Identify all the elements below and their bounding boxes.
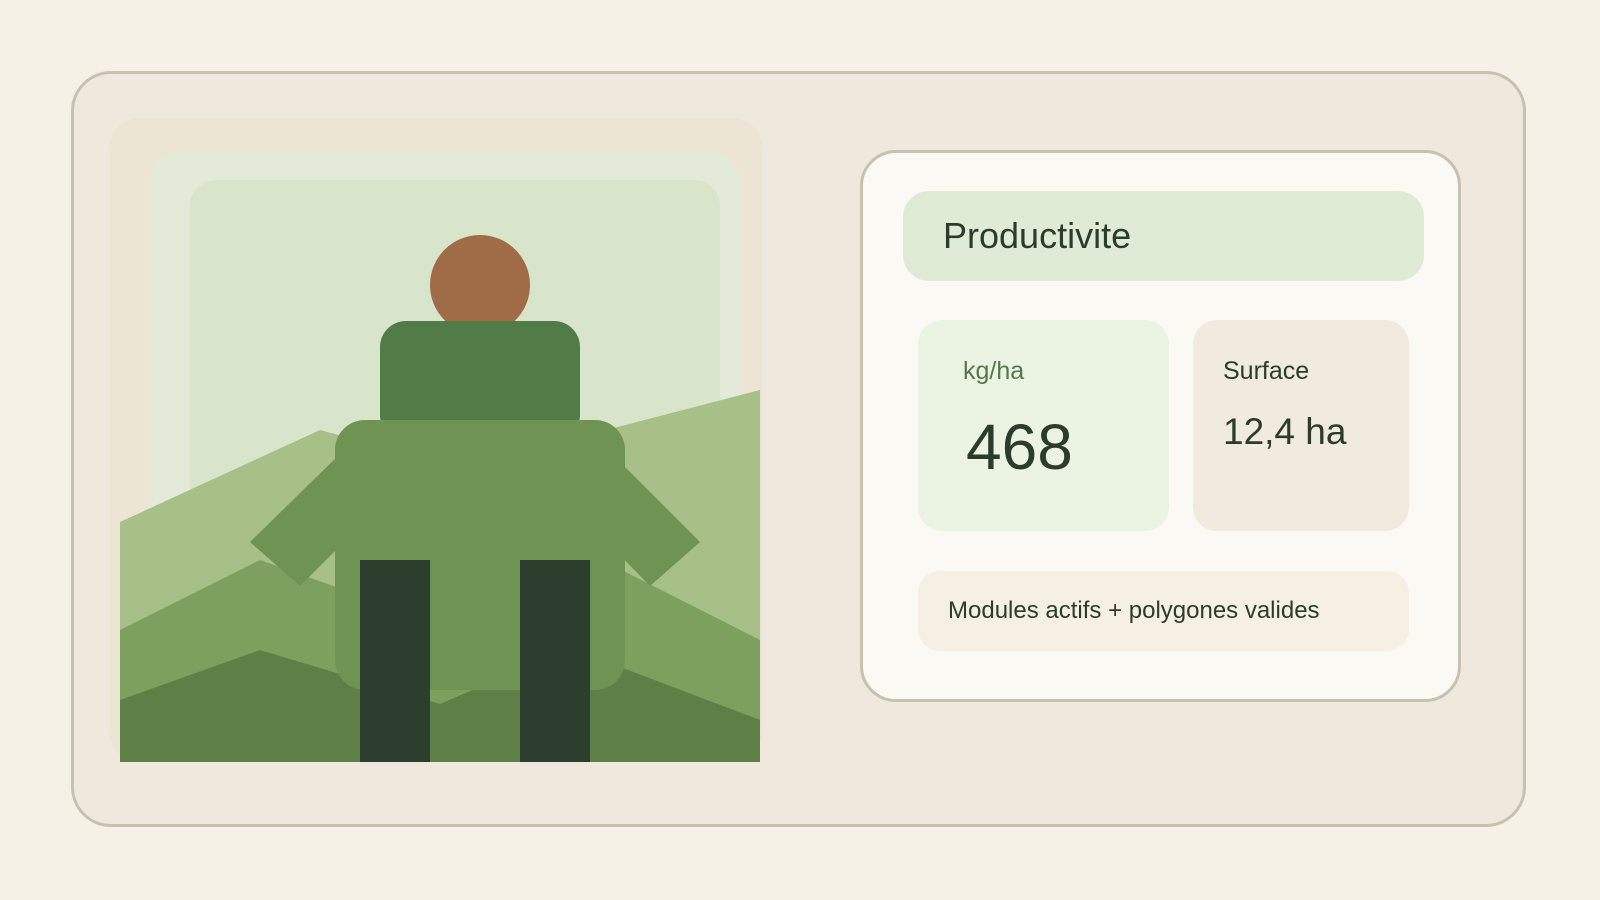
surface-value: 12,4 ha	[1223, 411, 1347, 452]
yield-value: 468	[966, 411, 1073, 483]
surface-label: Surface	[1223, 357, 1310, 385]
productivity-card: Productivite kg/ha 468 Surface 12,4 ha M…	[860, 150, 1461, 702]
farmer-right-leg	[520, 560, 590, 762]
farmer-left-leg	[360, 560, 430, 762]
yield-unit-label: kg/ha	[963, 357, 1025, 385]
farmer-illustration-svg	[110, 118, 762, 762]
farmer-illustration	[110, 118, 762, 762]
card-title: Productivite	[943, 215, 1132, 256]
modules-note-text: Modules actifs + polygones valides	[948, 597, 1320, 624]
card-header: Productivite	[903, 191, 1424, 281]
yield-stat-tile: kg/ha 468	[918, 320, 1169, 531]
surface-stat-tile: Surface 12,4 ha	[1193, 320, 1409, 531]
farmer-head	[430, 235, 530, 335]
modules-note: Modules actifs + polygones valides	[918, 571, 1409, 651]
